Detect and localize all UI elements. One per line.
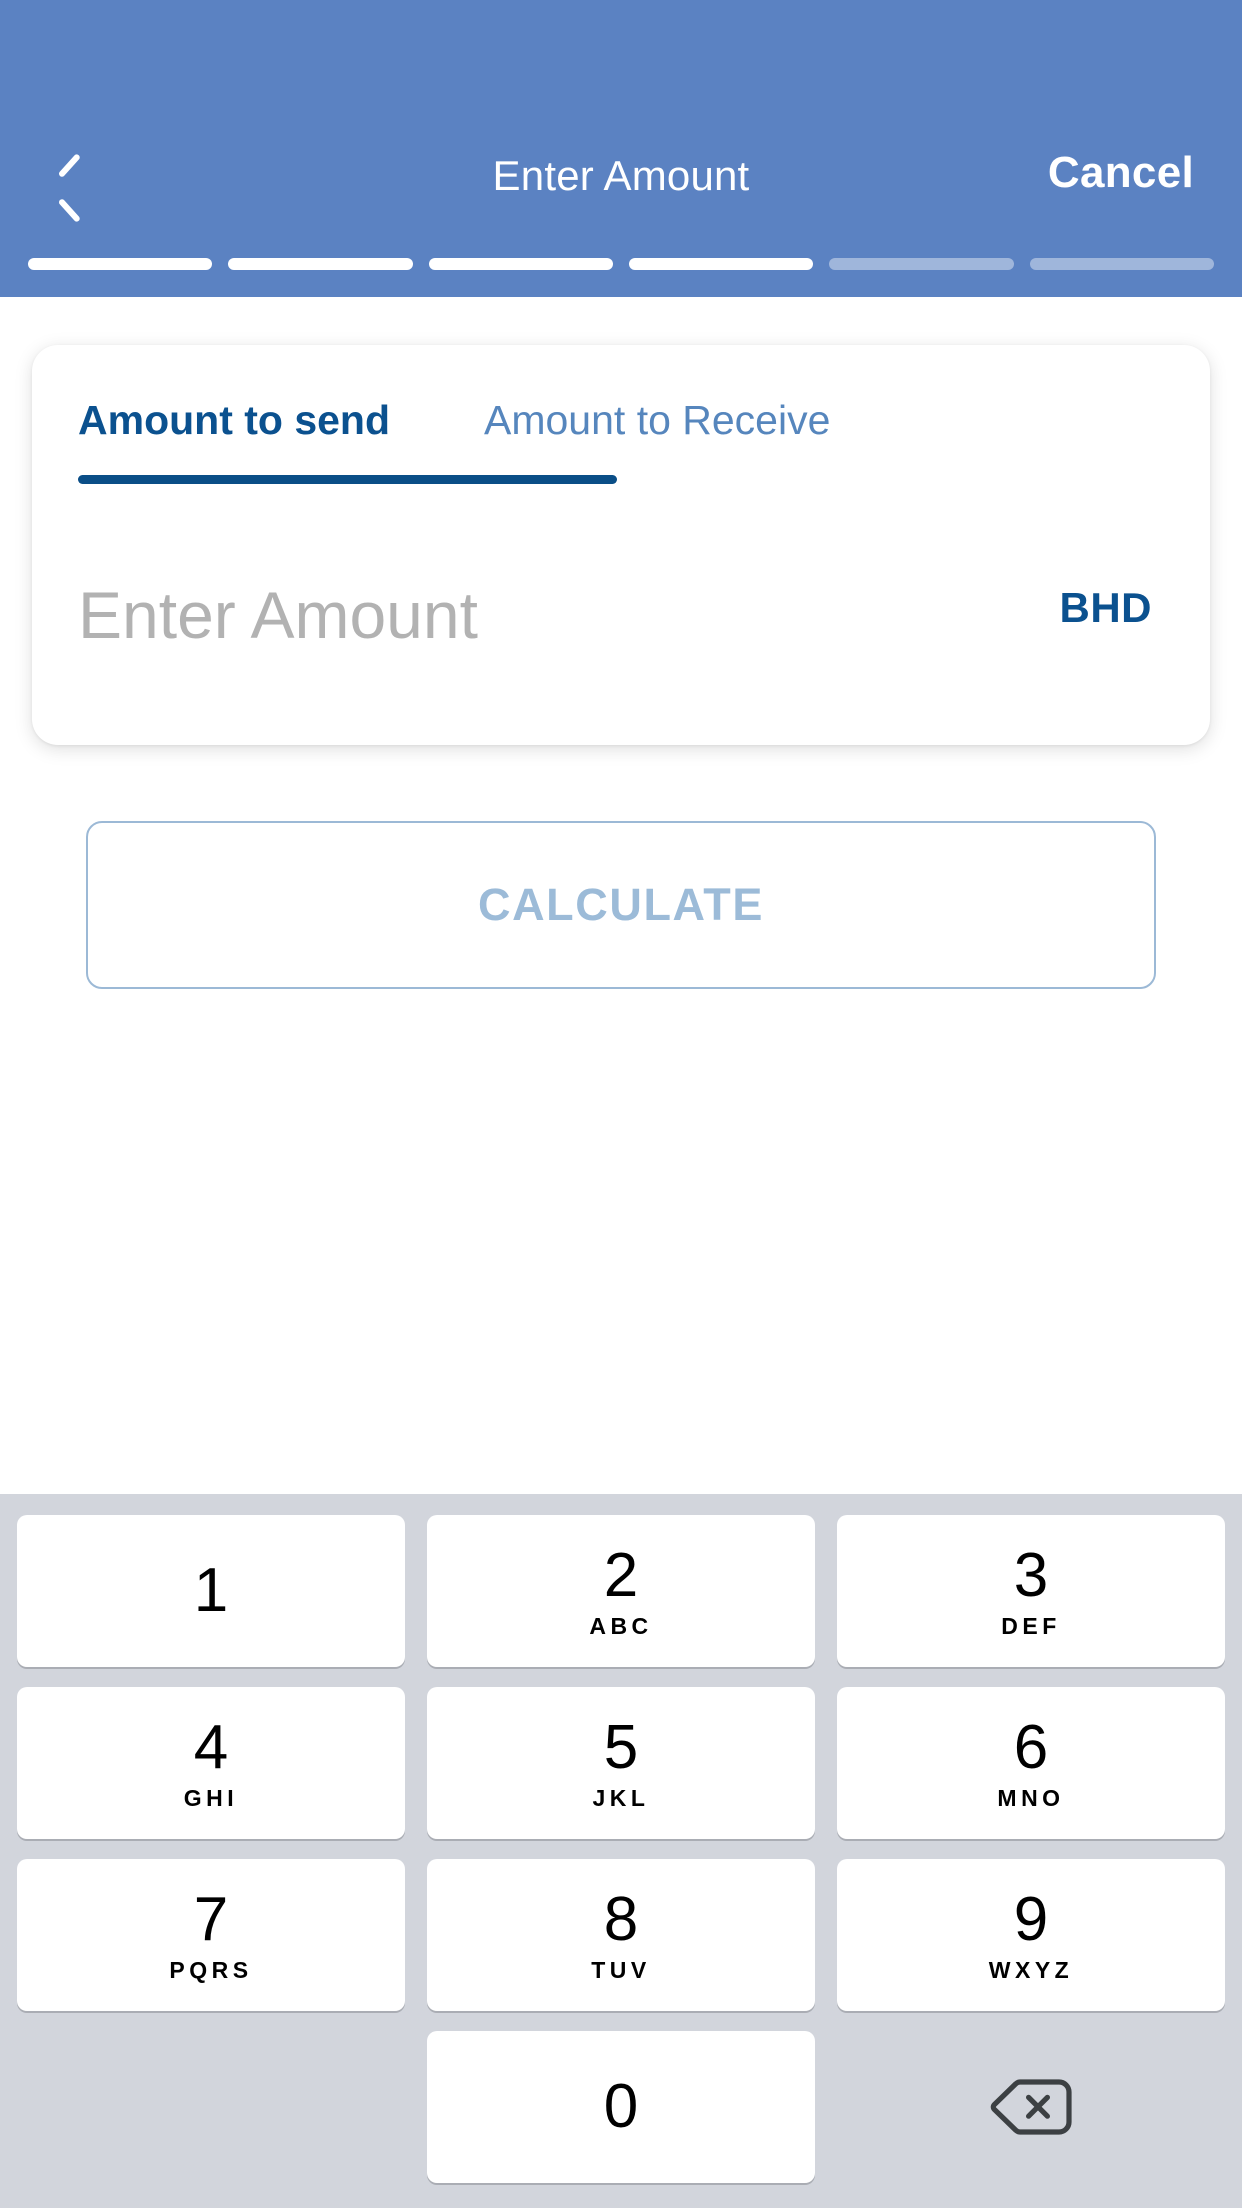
key-7[interactable]: 7 PQRS (17, 1859, 405, 2011)
cancel-button[interactable]: Cancel (1048, 148, 1194, 198)
numeric-keypad: 1 2 ABC 3 DEF 4 GHI 5 JKL 6 MNO 7 PQRS 8… (0, 1494, 1242, 2208)
key-9[interactable]: 9 WXYZ (837, 1859, 1225, 2011)
key-6-digit: 6 (1013, 1712, 1049, 1782)
key-delete[interactable] (837, 2031, 1225, 2183)
key-4-letters: GHI (183, 1784, 239, 1811)
key-3-digit: 3 (1013, 1540, 1049, 1610)
key-5[interactable]: 5 JKL (427, 1687, 815, 1839)
key-5-letters: JKL (592, 1784, 650, 1811)
keypad-row-4: 0 (17, 2031, 1225, 2183)
key-4-digit: 4 (193, 1712, 229, 1782)
keypad-row-3: 7 PQRS 8 TUV 9 WXYZ (17, 1859, 1225, 2011)
key-8[interactable]: 8 TUV (427, 1859, 815, 2011)
progress-step-4 (628, 258, 814, 270)
progress-step-1 (28, 258, 213, 270)
key-9-digit: 9 (1013, 1884, 1049, 1954)
navigation-bar: Enter Amount Cancel (0, 0, 1242, 250)
key-2-letters: ABC (589, 1612, 653, 1639)
key-0[interactable]: 0 (427, 2031, 815, 2183)
key-1[interactable]: 1 (17, 1515, 405, 1667)
app-header: Enter Amount Cancel (0, 0, 1242, 297)
key-1-digit: 1 (193, 1556, 229, 1625)
key-7-letters: PQRS (169, 1956, 253, 1983)
key-8-letters: TUV (591, 1956, 651, 1983)
active-tab-indicator (78, 475, 617, 484)
tab-amount-to-send[interactable]: Amount to send (78, 397, 390, 444)
progress-steps (28, 258, 1214, 270)
key-0-digit: 0 (603, 2072, 639, 2141)
amount-tabs: Amount to send Amount to Receive (32, 397, 1210, 477)
key-5-digit: 5 (603, 1712, 639, 1782)
key-3[interactable]: 3 DEF (837, 1515, 1225, 1667)
key-3-letters: DEF (1001, 1612, 1061, 1639)
progress-step-2 (228, 258, 413, 270)
key-9-letters: WXYZ (988, 1956, 1074, 1983)
keypad-spacer-left (17, 2031, 405, 2183)
currency-label: BHD (1059, 584, 1152, 631)
amount-card: Amount to send Amount to Receive BHD (32, 345, 1210, 745)
key-7-digit: 7 (193, 1884, 229, 1954)
key-4[interactable]: 4 GHI (17, 1687, 405, 1839)
key-6[interactable]: 6 MNO (837, 1687, 1225, 1839)
progress-step-3 (428, 258, 613, 270)
key-8-digit: 8 (603, 1884, 639, 1954)
amount-input-row: BHD (32, 570, 1210, 680)
key-2-digit: 2 (603, 1540, 639, 1610)
keypad-row-2: 4 GHI 5 JKL 6 MNO (17, 1687, 1225, 1839)
keypad-row-1: 1 2 ABC 3 DEF (17, 1515, 1225, 1667)
amount-input[interactable] (78, 570, 898, 660)
key-2[interactable]: 2 ABC (427, 1515, 815, 1667)
key-6-letters: MNO (997, 1784, 1065, 1811)
app-screen: Enter Amount Cancel Amount to send Amoun… (0, 0, 1242, 2208)
progress-step-5 (829, 258, 1014, 270)
calculate-button[interactable]: CALCULATE (86, 821, 1156, 989)
tab-amount-to-receive[interactable]: Amount to Receive (484, 397, 830, 444)
backspace-delete-icon (990, 2079, 1072, 2135)
progress-step-6 (1029, 258, 1214, 270)
